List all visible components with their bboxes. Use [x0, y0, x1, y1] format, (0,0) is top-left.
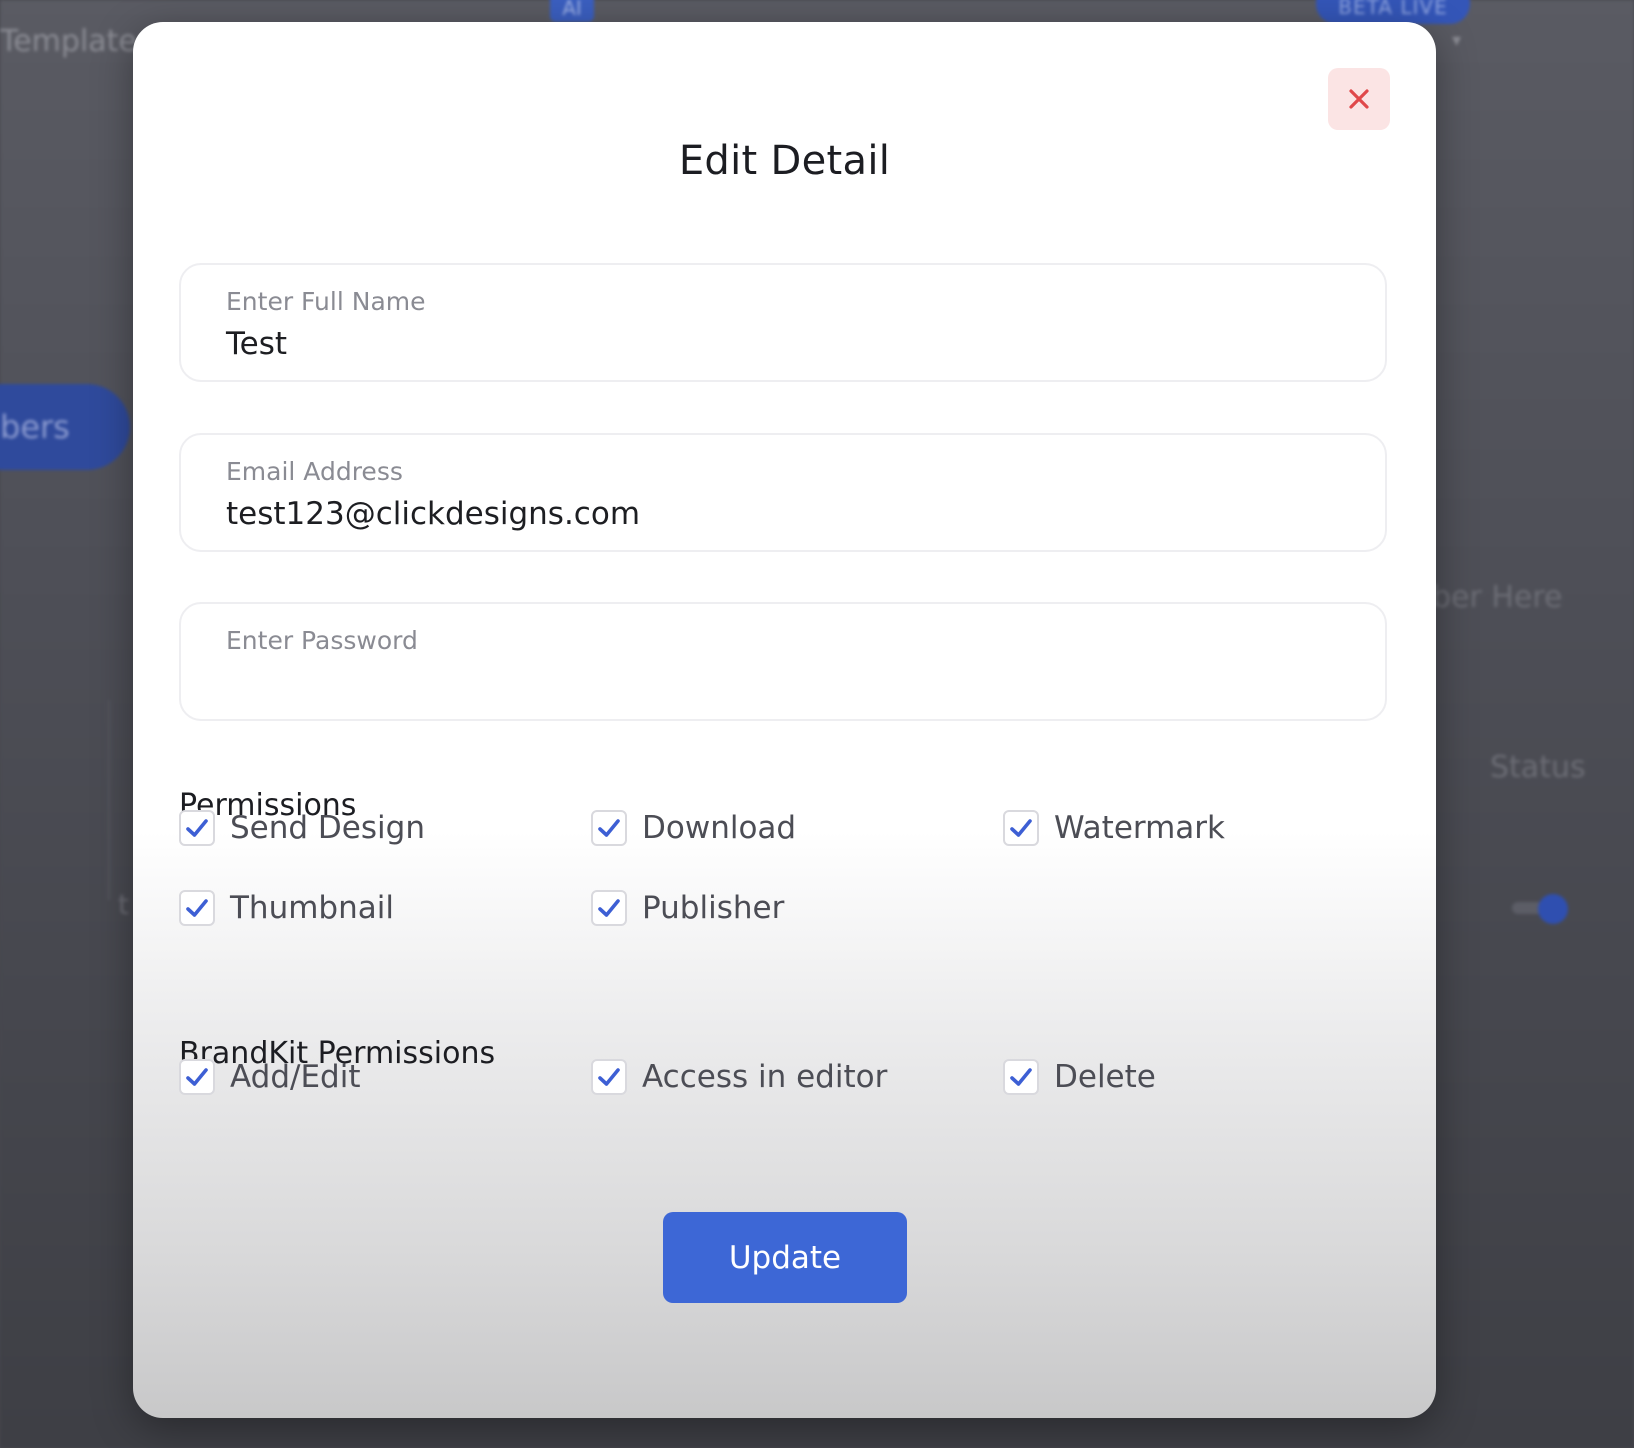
checkbox-publisher[interactable]: Publisher [591, 890, 784, 926]
close-button[interactable] [1328, 68, 1390, 130]
checkmark-icon [598, 819, 620, 837]
bg-templates-label: Templates [0, 24, 153, 59]
checkbox-box[interactable] [179, 810, 215, 846]
checkbox-add-edit[interactable]: Add/Edit [179, 1059, 361, 1095]
checkbox-thumbnail[interactable]: Thumbnail [179, 890, 394, 926]
checkbox-delete[interactable]: Delete [1003, 1059, 1156, 1095]
full-name-field[interactable]: Enter Full Name Test [179, 263, 1387, 382]
full-name-label: Enter Full Name [226, 287, 426, 316]
bg-caret-icon: ▾ [1452, 30, 1462, 51]
bg-beta-badge: BETA LIVE [1316, 0, 1470, 24]
checkbox-download[interactable]: Download [591, 810, 796, 846]
checkbox-label: Add/Edit [230, 1059, 361, 1095]
modal-title: Edit Detail [678, 138, 891, 184]
email-label: Email Address [226, 457, 403, 486]
checkmark-icon [186, 1068, 208, 1086]
checkbox-send-design[interactable]: Send Design [179, 810, 425, 846]
checkbox-box[interactable] [591, 810, 627, 846]
password-input[interactable] [226, 666, 1326, 702]
checkbox-watermark[interactable]: Watermark [1003, 810, 1225, 846]
checkbox-label: Access in editor [642, 1059, 888, 1095]
checkbox-box[interactable] [1003, 810, 1039, 846]
checkmark-icon [1010, 1068, 1032, 1086]
checkmark-icon [186, 899, 208, 917]
checkbox-box[interactable] [179, 890, 215, 926]
checkbox-box[interactable] [1003, 1059, 1039, 1095]
bg-divider [108, 700, 110, 900]
email-value[interactable]: test123@clickdesigns.com [226, 496, 640, 532]
checkmark-icon [598, 899, 620, 917]
bg-status-header: Status [1490, 750, 1586, 785]
bg-toggle-knob [1538, 894, 1568, 924]
checkbox-label: Delete [1054, 1059, 1156, 1095]
checkbox-box[interactable] [179, 1059, 215, 1095]
close-icon [1349, 89, 1369, 109]
checkbox-label: Send Design [230, 810, 425, 846]
bg-row-text: t [118, 888, 129, 921]
password-field[interactable]: Enter Password [179, 602, 1387, 721]
checkbox-label: Download [642, 810, 797, 846]
bg-ai-badge: AI [550, 0, 594, 22]
email-field[interactable]: Email Address test123@clickdesigns.com [179, 433, 1387, 552]
checkbox-box[interactable] [591, 1059, 627, 1095]
checkbox-box[interactable] [591, 890, 627, 926]
checkmark-icon [186, 819, 208, 837]
checkbox-label: Watermark [1054, 810, 1225, 846]
checkmark-icon [1010, 819, 1032, 837]
bg-search-hint: ber Here [1432, 580, 1563, 615]
password-label: Enter Password [226, 626, 418, 655]
checkbox-label: Publisher [642, 890, 785, 926]
checkbox-label: Thumbnail [230, 890, 394, 926]
edit-detail-modal: Edit Detail Enter Full Name Test Email A… [133, 22, 1436, 1418]
checkbox-access-in-editor[interactable]: Access in editor [591, 1059, 887, 1095]
bg-members-label: bers [0, 408, 70, 446]
update-button[interactable]: Update [663, 1212, 907, 1303]
full-name-value[interactable]: Test [226, 326, 287, 362]
checkmark-icon [598, 1068, 620, 1086]
